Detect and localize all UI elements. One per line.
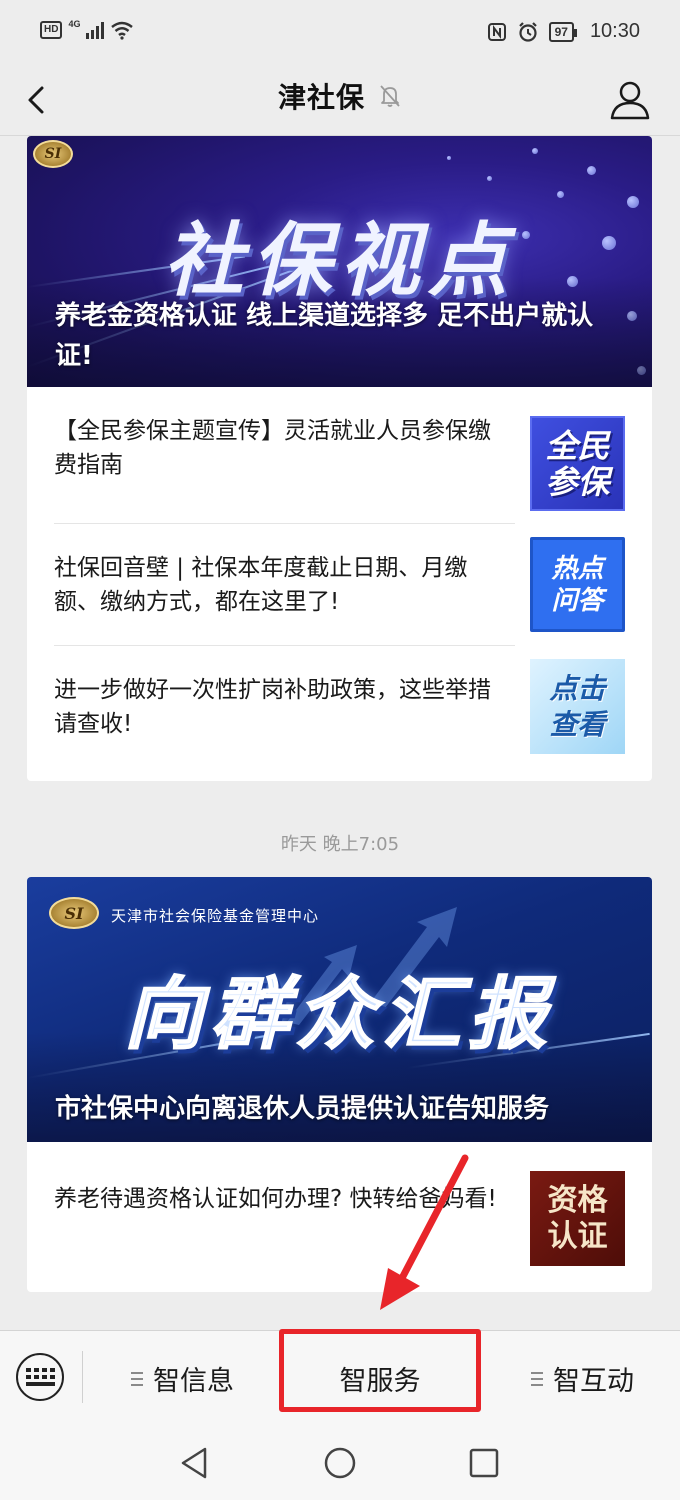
si-logo: SI [49,897,99,929]
thumbnail-qualification-auth: 资格 认证 [530,1171,625,1266]
decor-dot [487,176,492,181]
thumb-line: 认证 [547,1218,608,1254]
keyboard-keys [25,1368,55,1386]
banner-heading: 向群众汇报 [123,969,555,1061]
article-card-2: SI 天津市社会保险基金管理中心 向群众汇报 市社保中心向离退休人员提供认证告知… [27,877,652,1292]
banner-heading: 社保视点 [163,214,516,307]
thumb-line: 参保 [545,462,610,501]
clock: 10:30 [589,20,640,42]
message-timestamp: 昨天 晚上7:05 [280,834,400,855]
list-item-title: 养老待遇资格认证如何办理? 快转给爸妈看! [54,1186,497,1212]
menu-item-interact[interactable]: 智互动 [490,1331,675,1426]
hd-badge: HD [40,21,63,39]
list-item[interactable]: 【全民参保主题宣传】灵活就业人员参保缴费指南 全民 参保 [27,387,652,511]
wifi-icon [111,21,134,40]
nfc-icon [487,22,506,41]
battery-icon: 97 [548,21,578,42]
thumbnail-quanmin-canbao: 全民 参保 [530,416,625,511]
menu-item-label: 智互动 [553,1366,634,1397]
menu-item-info[interactable]: 智信息 [90,1331,275,1426]
network-type: 4G [68,19,81,29]
nav-home-icon[interactable] [320,1443,360,1483]
profile-icon[interactable] [608,78,652,122]
bottom-menu: 智信息 智服务 智互动 [0,1330,680,1425]
thumbnail-hot-qa: 热点 问答 [530,537,625,632]
status-left: HD 4G [40,19,134,40]
thumb-line: 查看 [549,707,606,741]
menu-item-label: 智信息 [153,1366,234,1397]
article-title: 养老金资格认证 线上渠道选择多 足不出户就认证! [55,301,594,371]
thumb-line: 全民 [545,426,610,465]
menu-lines-icon [531,1371,543,1386]
list-item[interactable]: 养老待遇资格认证如何办理? 快转给爸妈看! 资格 认证 [27,1142,652,1266]
mute-bell-icon [380,85,400,107]
nav-recents-icon[interactable] [464,1443,504,1483]
signal-icon [86,21,105,39]
decor-dot [532,148,538,154]
banner-article-2[interactable]: SI 天津市社会保险基金管理中心 向群众汇报 市社保中心向离退休人员提供认证告知… [27,877,652,1142]
status-right: 97 10:30 [487,20,640,43]
list-item[interactable]: 进一步做好一次性扩岗补助政策，这些举措请查收! 点击 查看 [27,630,652,754]
menu-item-service[interactable]: 智服务 [280,1331,480,1426]
list-item-title: 社保回音壁 | 社保本年度截止日期、月缴额、缴纳方式，都在这里了! [54,555,468,615]
si-logo: SI [33,140,73,168]
menu-lines-icon [131,1371,143,1386]
list-item-title: 进一步做好一次性扩岗补助政策，这些举措请查收! [54,677,491,737]
banner-article-1[interactable]: SI 社保视点 养老金资格认证 线上渠道选择多 足不出户就认证! [27,136,652,387]
navigation-bar: 津社保 [0,66,680,136]
article-card-1: SI 社保视点 养老金资格认证 线上渠道选择多 足不出户就认证! 【全民参保主题… [27,136,652,781]
decor-dot [587,166,596,175]
menu-separator [82,1351,83,1403]
list-item-title: 【全民参保主题宣传】灵活就业人员参保缴费指南 [54,418,491,478]
title-wrap: 津社保 [0,76,680,116]
status-bar: HD 4G 97 10:30 [0,0,680,66]
thumb-line: 点击 [549,671,606,705]
page-title: 津社保 [277,81,365,114]
decor-dot [447,156,451,160]
thumbnail-click-view: 点击 查看 [530,659,625,754]
system-navigation-bar [0,1425,680,1500]
keyboard-icon[interactable] [16,1353,64,1401]
organization-name: 天津市社会保险基金管理中心 [111,907,320,925]
menu-item-label: 智服务 [339,1366,421,1397]
article-title: 市社保中心向离退休人员提供认证告知服务 [55,1094,550,1124]
alarm-icon [518,21,537,42]
nav-back-icon[interactable] [175,1443,215,1483]
thumb-line: 热点 [551,553,604,584]
thumb-line: 问答 [551,585,604,616]
list-item[interactable]: 社保回音壁 | 社保本年度截止日期、月缴额、缴纳方式，都在这里了! 热点 问答 [27,508,652,632]
thumb-line: 资格 [547,1182,608,1218]
